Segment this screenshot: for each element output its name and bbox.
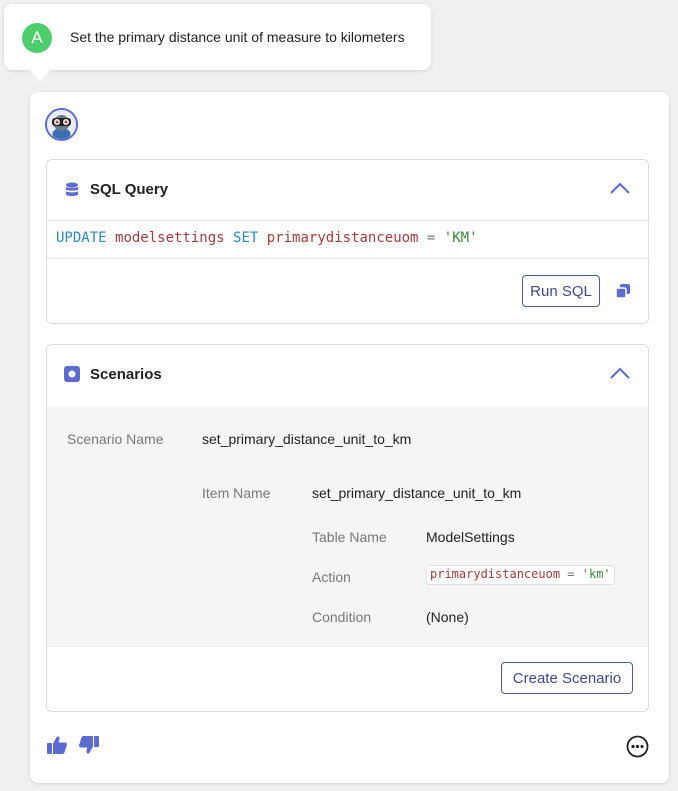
- scenario-name-label: Scenario Name: [67, 431, 164, 447]
- scenarios-panel: Scenarios Scenario Name set_primary_dist…: [46, 344, 649, 712]
- sql-column-name: primarydistanceuom: [266, 230, 419, 246]
- condition-value: (None): [426, 609, 469, 625]
- chevron-up-icon[interactable]: [609, 366, 631, 380]
- item-name-value: set_primary_distance_unit_to_km: [312, 485, 522, 501]
- table-name-value: ModelSettings: [426, 529, 515, 545]
- sql-query-panel: SQL Query UPDATE modelsettings SET prima…: [46, 159, 649, 324]
- thumbs-up-icon[interactable]: [46, 734, 68, 756]
- user-message-text: Set the primary distance unit of measure…: [70, 29, 405, 45]
- sql-table-name: modelsettings: [115, 230, 225, 246]
- robot-avatar-icon: [47, 110, 76, 139]
- user-message-bubble: A Set the primary distance unit of measu…: [4, 4, 431, 82]
- copy-icon[interactable]: [615, 283, 631, 299]
- chevron-up-icon[interactable]: [609, 181, 631, 195]
- action-value: 'km': [581, 567, 611, 581]
- sql-keyword: UPDATE: [56, 230, 107, 246]
- database-icon: [66, 182, 78, 196]
- action-column: primarydistanceuom: [430, 567, 561, 581]
- user-avatar: A: [22, 23, 52, 53]
- more-options-icon[interactable]: [626, 735, 649, 758]
- scenario-details: Scenario Name set_primary_distance_unit_…: [47, 407, 648, 647]
- table-name-label: Table Name: [312, 529, 387, 545]
- create-scenario-button[interactable]: Create Scenario: [501, 662, 633, 694]
- assistant-avatar: [45, 108, 78, 141]
- assistant-response-card: SQL Query UPDATE modelsettings SET prima…: [30, 92, 669, 783]
- sql-query-header[interactable]: SQL Query: [47, 160, 648, 218]
- thumbs-down-icon[interactable]: [78, 734, 100, 756]
- scenario-icon: [64, 366, 80, 382]
- run-sql-button[interactable]: Run SQL: [522, 275, 600, 307]
- condition-label: Condition: [312, 609, 372, 625]
- action-label: Action: [312, 569, 351, 585]
- sql-code-block: UPDATE modelsettings SET primarydistance…: [47, 220, 649, 259]
- item-name-label: Item Name: [202, 485, 271, 501]
- scenario-name-value: set_primary_distance_unit_to_km: [202, 431, 412, 447]
- sql-string-value: 'KM': [443, 230, 478, 246]
- action-operator: =: [567, 567, 575, 581]
- action-code: primarydistanceuom = 'km': [426, 565, 615, 585]
- scenarios-title: Scenarios: [90, 366, 162, 383]
- sql-operator: =: [426, 230, 436, 246]
- scenarios-header[interactable]: Scenarios: [47, 345, 648, 403]
- sql-keyword: SET: [233, 230, 259, 246]
- sql-query-title: SQL Query: [90, 181, 169, 198]
